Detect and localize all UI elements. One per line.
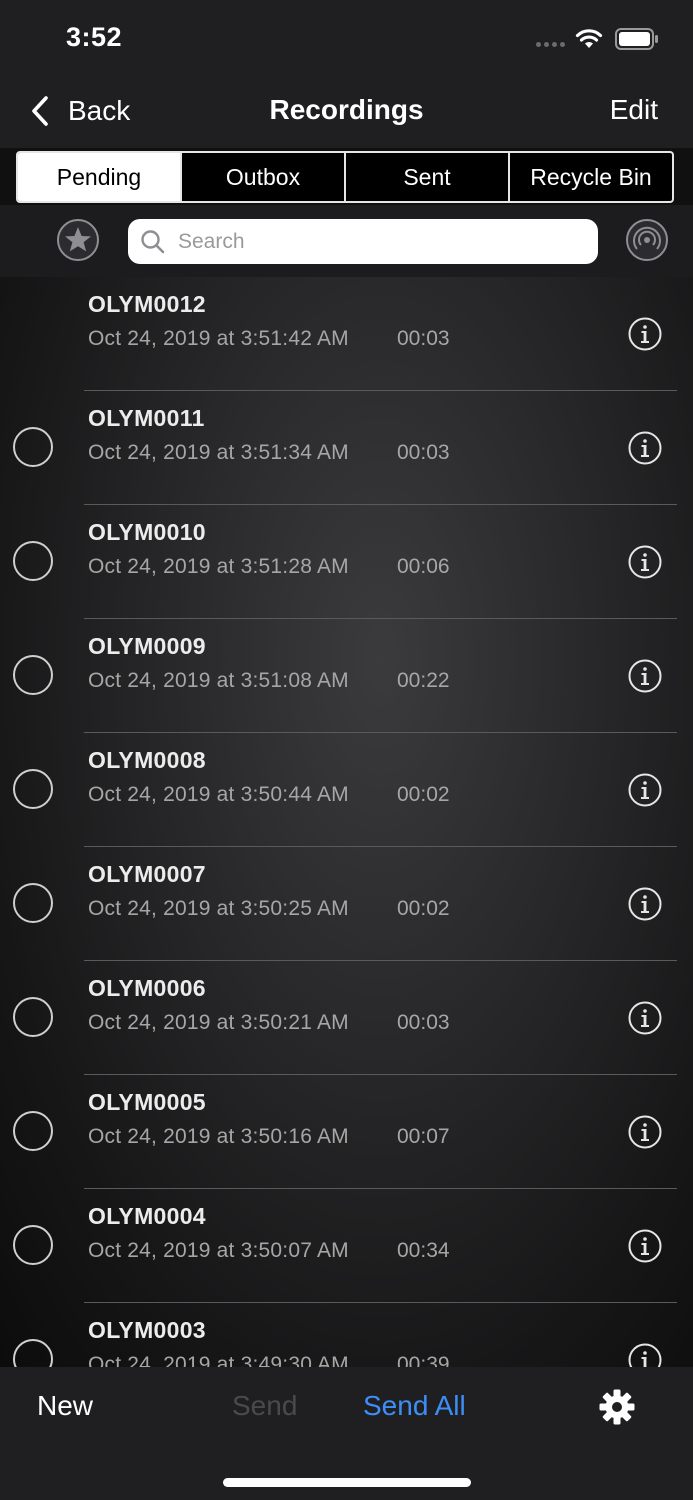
recording-date: Oct 24, 2019 at 3:51:34 AM xyxy=(88,441,349,464)
recording-name: OLYM0005 xyxy=(88,1089,206,1115)
send-button[interactable]: Send xyxy=(232,1390,297,1422)
recording-name: OLYM0006 xyxy=(88,975,206,1001)
search-field xyxy=(128,219,598,264)
info-icon[interactable] xyxy=(628,431,662,465)
recording-name: OLYM0007 xyxy=(88,861,206,887)
recording-date: Oct 24, 2019 at 3:51:42 AM xyxy=(88,327,349,350)
recording-date: Oct 24, 2019 at 3:50:44 AM xyxy=(88,783,349,806)
info-icon[interactable] xyxy=(628,317,662,351)
tab-pending[interactable]: Pending xyxy=(18,153,180,201)
tab-sent[interactable]: Sent xyxy=(344,153,508,201)
select-circle[interactable] xyxy=(13,1111,53,1151)
info-icon[interactable] xyxy=(628,659,662,693)
info-icon[interactable] xyxy=(628,545,662,579)
gear-icon[interactable] xyxy=(598,1388,636,1426)
recording-date: Oct 24, 2019 at 3:50:25 AM xyxy=(88,897,349,920)
recording-row[interactable]: OLYM0005 Oct 24, 2019 at 3:50:16 AM 00:07 xyxy=(0,1075,693,1189)
info-icon[interactable] xyxy=(628,1343,662,1367)
recording-date: Oct 24, 2019 at 3:50:21 AM xyxy=(88,1011,349,1034)
info-icon[interactable] xyxy=(628,773,662,807)
select-circle[interactable] xyxy=(13,883,53,923)
recording-duration: 00:03 xyxy=(397,441,450,464)
recording-duration: 00:02 xyxy=(397,897,450,920)
recording-row[interactable]: OLYM0011 Oct 24, 2019 at 3:51:34 AM 00:03 xyxy=(0,391,693,505)
recording-row[interactable]: OLYM0009 Oct 24, 2019 at 3:51:08 AM 00:22 xyxy=(0,619,693,733)
status-indicators xyxy=(536,26,659,52)
recording-row[interactable]: OLYM0003 Oct 24, 2019 at 3:49:30 AM 00:39 xyxy=(0,1303,693,1367)
recording-row[interactable]: OLYM0006 Oct 24, 2019 at 3:50:21 AM 00:03 xyxy=(0,961,693,1075)
recording-date: Oct 24, 2019 at 3:50:07 AM xyxy=(88,1239,349,1262)
new-button[interactable]: New xyxy=(37,1390,93,1422)
header: 3:52 Back Recordings Edit xyxy=(0,0,693,148)
info-icon[interactable] xyxy=(628,1115,662,1149)
recording-row[interactable]: OLYM0004 Oct 24, 2019 at 3:50:07 AM 00:34 xyxy=(0,1189,693,1303)
cellular-signal-icon xyxy=(536,41,565,47)
select-circle[interactable] xyxy=(13,1339,53,1367)
recording-duration: 00:03 xyxy=(397,327,450,350)
search-icon xyxy=(141,229,165,253)
recording-name: OLYM0008 xyxy=(88,747,206,773)
select-circle[interactable] xyxy=(13,655,53,695)
wifi-icon xyxy=(575,29,603,48)
search-input[interactable] xyxy=(176,228,580,255)
recording-duration: 00:39 xyxy=(397,1353,450,1367)
tab-recycle-bin[interactable]: Recycle Bin xyxy=(508,153,672,201)
recording-duration: 00:06 xyxy=(397,555,450,578)
battery-icon xyxy=(615,28,658,50)
recording-date: Oct 24, 2019 at 3:51:08 AM xyxy=(88,669,349,692)
recording-row[interactable]: OLYM0007 Oct 24, 2019 at 3:50:25 AM 00:02 xyxy=(0,847,693,961)
recording-date: Oct 24, 2019 at 3:50:16 AM xyxy=(88,1125,349,1148)
bottom-toolbar: New Send Send All xyxy=(0,1367,693,1500)
recording-date: Oct 24, 2019 at 3:49:30 AM xyxy=(88,1353,349,1367)
voice-recognition-icon[interactable] xyxy=(625,218,669,262)
info-icon[interactable] xyxy=(628,1001,662,1035)
send-all-button[interactable]: Send All xyxy=(363,1390,466,1422)
star-icon[interactable] xyxy=(56,218,100,262)
recording-row[interactable]: OLYM0010 Oct 24, 2019 at 3:51:28 AM 00:06 xyxy=(0,505,693,619)
recordings-screen: 3:52 Back Recordings Edit Pending Outbox… xyxy=(0,0,693,1500)
recordings-list: OLYM0012 Oct 24, 2019 at 3:51:42 AM 00:03 O… xyxy=(0,277,693,1367)
recording-name: OLYM0012 xyxy=(88,291,206,317)
select-circle[interactable] xyxy=(13,427,53,467)
home-indicator[interactable] xyxy=(223,1478,471,1487)
recording-name: OLYM0003 xyxy=(88,1317,206,1343)
edit-button[interactable]: Edit xyxy=(610,94,658,126)
folder-tabs: Pending Outbox Sent Recycle Bin xyxy=(16,151,674,203)
select-circle[interactable] xyxy=(13,997,53,1037)
recording-name: OLYM0009 xyxy=(88,633,206,659)
recording-duration: 00:22 xyxy=(397,669,450,692)
select-circle[interactable] xyxy=(13,769,53,809)
info-icon[interactable] xyxy=(628,887,662,921)
select-circle[interactable] xyxy=(13,541,53,581)
recording-row[interactable]: OLYM0012 Oct 24, 2019 at 3:51:42 AM 00:03 xyxy=(0,277,693,391)
search-bar xyxy=(0,205,693,277)
recording-duration: 00:02 xyxy=(397,783,450,806)
select-circle[interactable] xyxy=(13,1225,53,1265)
recording-duration: 00:03 xyxy=(397,1011,450,1034)
recording-name: OLYM0010 xyxy=(88,519,206,545)
recording-name: OLYM0004 xyxy=(88,1203,206,1229)
recording-duration: 00:34 xyxy=(397,1239,450,1262)
recording-name: OLYM0011 xyxy=(88,405,205,431)
status-time: 3:52 xyxy=(66,22,123,52)
page-title: Recordings xyxy=(269,94,424,125)
tab-outbox[interactable]: Outbox xyxy=(180,153,344,201)
info-icon[interactable] xyxy=(628,1229,662,1263)
recording-row[interactable]: OLYM0008 Oct 24, 2019 at 3:50:44 AM 00:02 xyxy=(0,733,693,847)
recording-duration: 00:07 xyxy=(397,1125,450,1148)
recording-date: Oct 24, 2019 at 3:51:28 AM xyxy=(88,555,349,578)
